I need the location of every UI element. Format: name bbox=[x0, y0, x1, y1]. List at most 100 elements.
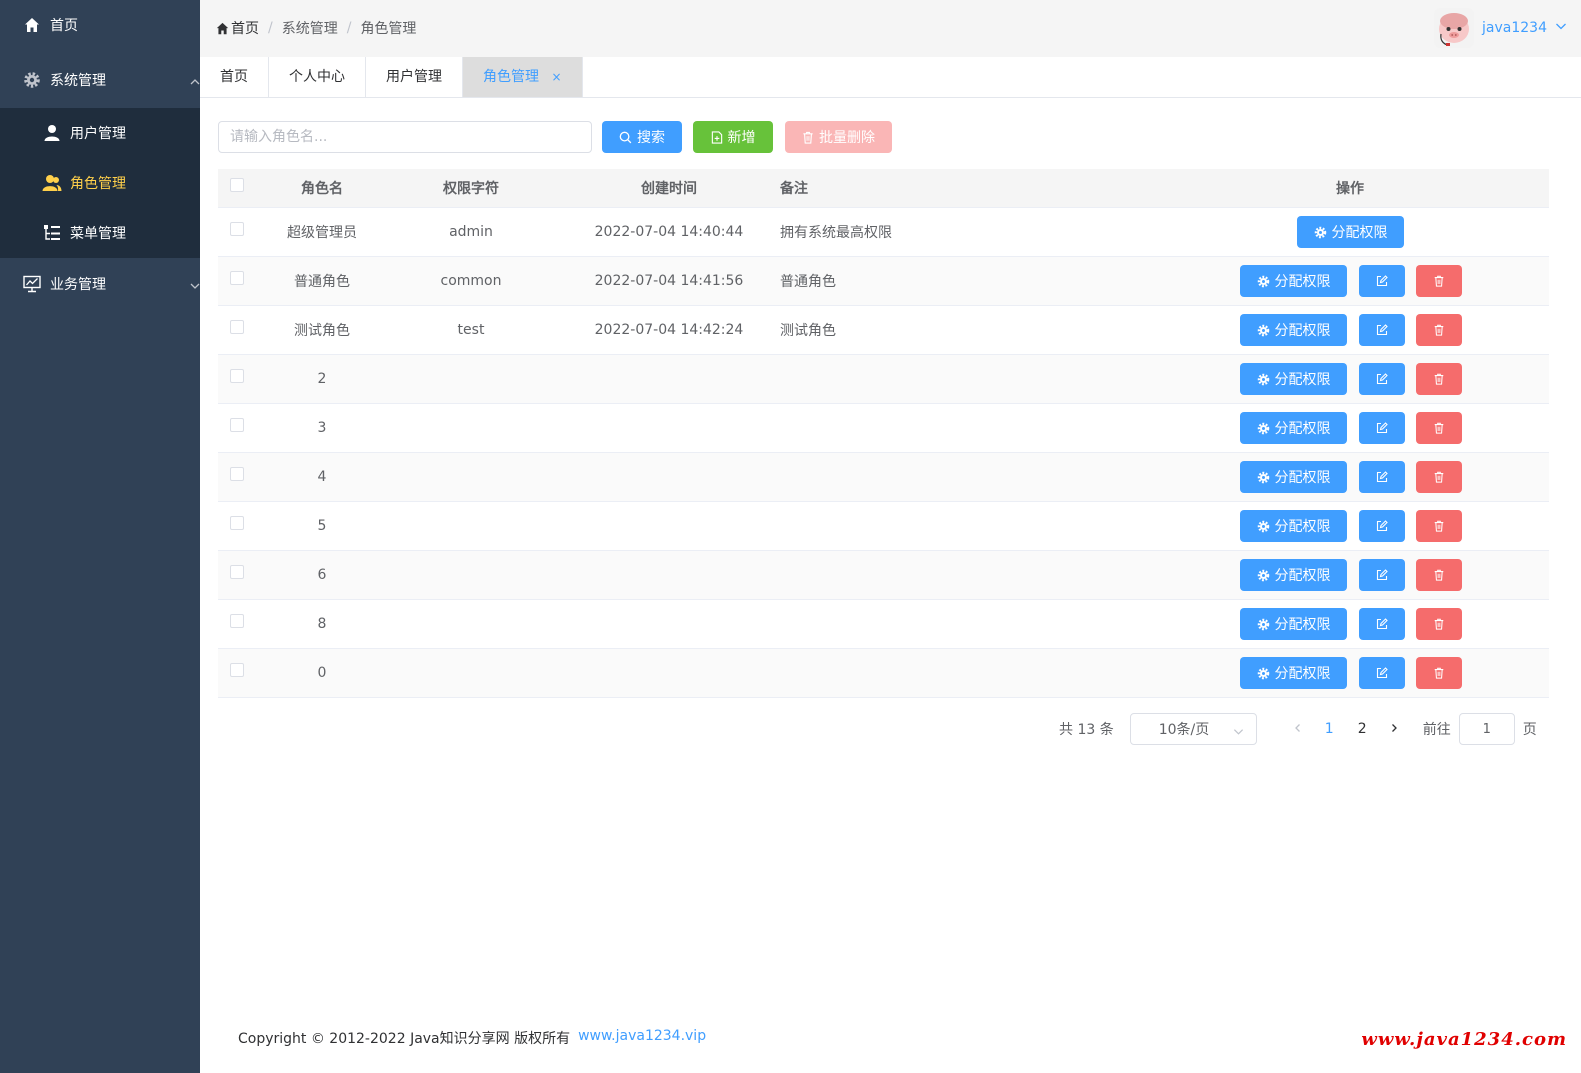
assign-permission-button[interactable]: 分配权限 bbox=[1240, 314, 1347, 346]
select-all-checkbox[interactable] bbox=[230, 178, 244, 192]
trash-icon bbox=[1434, 618, 1444, 630]
row-checkbox[interactable] bbox=[230, 516, 244, 530]
row-checkbox[interactable] bbox=[230, 663, 244, 677]
delete-button[interactable] bbox=[1416, 657, 1462, 689]
table-row: 超级管理员 admin 2022-07-04 14:40:44 拥有系统最高权限 分配权… bbox=[218, 208, 1549, 257]
edit-button[interactable] bbox=[1359, 461, 1405, 493]
prev-page-button[interactable] bbox=[1283, 721, 1313, 737]
table-header: 角色名 权限字符 创建时间 备注 操作 bbox=[218, 169, 1549, 208]
sidebar-item-menus[interactable]: 菜单管理 bbox=[0, 208, 200, 258]
edit-button[interactable] bbox=[1359, 314, 1405, 346]
delete-button[interactable] bbox=[1416, 461, 1462, 493]
column-header-key: 权限字符 bbox=[443, 181, 499, 197]
tab-users[interactable]: 用户管理 bbox=[366, 57, 463, 97]
delete-button[interactable] bbox=[1416, 559, 1462, 591]
delete-button[interactable] bbox=[1416, 510, 1462, 542]
app: 首页 系统管理 用户管理 角色管理 菜单管理 业务管理 首页 / 系统管理 / … bbox=[0, 0, 1581, 1073]
cell-create-time bbox=[589, 502, 749, 550]
avatar bbox=[1434, 8, 1475, 48]
role-table: 角色名 权限字符 创建时间 备注 操作 超级管理员 admin 2022-07-04… bbox=[218, 169, 1549, 698]
page-number[interactable]: 1 bbox=[1313, 721, 1346, 737]
edit-icon bbox=[1376, 422, 1388, 434]
trash-icon bbox=[1434, 471, 1444, 483]
trash-icon bbox=[1434, 667, 1444, 679]
sidebar-item-label: 业务管理 bbox=[50, 277, 106, 293]
edit-button[interactable] bbox=[1359, 363, 1405, 395]
cell-create-time bbox=[589, 649, 749, 697]
table-row: 6 分配权限 bbox=[218, 551, 1549, 600]
cell-create-time: 2022-07-04 14:40:44 bbox=[594, 224, 744, 240]
edit-button[interactable] bbox=[1359, 657, 1405, 689]
sidebar-item-label: 系统管理 bbox=[50, 73, 106, 89]
user-menu[interactable]: java1234 bbox=[1434, 8, 1567, 48]
tab-home[interactable]: 首页 bbox=[200, 57, 269, 97]
assign-permission-button[interactable]: 分配权限 bbox=[1240, 559, 1347, 591]
row-checkbox[interactable] bbox=[230, 565, 244, 579]
assign-permission-button[interactable]: 分配权限 bbox=[1240, 510, 1347, 542]
cell-remark bbox=[780, 502, 1080, 550]
watermark: www.java1234.com bbox=[1361, 1029, 1567, 1050]
sidebar-item-system[interactable]: 系统管理 bbox=[22, 57, 200, 103]
add-document-icon bbox=[711, 130, 722, 144]
edit-button[interactable] bbox=[1359, 510, 1405, 542]
sidebar-item-home[interactable]: 首页 bbox=[22, 6, 222, 44]
row-checkbox[interactable] bbox=[230, 369, 244, 383]
goto-page-input[interactable] bbox=[1458, 713, 1515, 745]
search-button[interactable]: 搜索 bbox=[602, 121, 682, 153]
sidebar-item-users[interactable]: 用户管理 bbox=[0, 108, 200, 158]
next-page-button[interactable] bbox=[1379, 721, 1409, 737]
row-checkbox[interactable] bbox=[230, 271, 244, 285]
assign-permission-button[interactable]: 分配权限 bbox=[1240, 608, 1347, 640]
tab-roles[interactable]: 角色管理 × bbox=[463, 57, 583, 97]
assign-permission-button[interactable]: 分配权限 bbox=[1240, 412, 1347, 444]
cell-remark: 测试角色 bbox=[780, 323, 836, 339]
edit-button[interactable] bbox=[1359, 265, 1405, 297]
row-checkbox[interactable] bbox=[230, 320, 244, 334]
sidebar-item-business[interactable]: 业务管理 bbox=[22, 261, 200, 307]
search-input[interactable] bbox=[218, 121, 592, 153]
sidebar-item-label: 菜单管理 bbox=[70, 226, 126, 242]
close-icon[interactable]: × bbox=[551, 70, 561, 84]
tab-profile[interactable]: 个人中心 bbox=[269, 57, 366, 97]
sidebar-item-roles[interactable]: 角色管理 bbox=[0, 158, 200, 208]
batch-delete-button[interactable]: 批量删除 bbox=[785, 121, 892, 153]
delete-button[interactable] bbox=[1416, 363, 1462, 395]
row-checkbox[interactable] bbox=[230, 614, 244, 628]
assign-permission-button[interactable]: 分配权限 bbox=[1240, 265, 1347, 297]
delete-button[interactable] bbox=[1416, 265, 1462, 297]
row-checkbox[interactable] bbox=[230, 222, 244, 236]
delete-button[interactable] bbox=[1416, 608, 1462, 640]
sidebar-item-label: 角色管理 bbox=[70, 176, 126, 192]
tab-bar: 首页 个人中心 用户管理 角色管理 × bbox=[200, 57, 1581, 98]
assign-permission-button[interactable]: 分配权限 bbox=[1240, 657, 1347, 689]
page-size-select[interactable]: 10条/页 bbox=[1129, 713, 1257, 745]
assign-permission-button[interactable]: 分配权限 bbox=[1240, 461, 1347, 493]
edit-icon bbox=[1376, 324, 1388, 336]
column-header-remark: 备注 bbox=[780, 181, 808, 197]
edit-button[interactable] bbox=[1359, 559, 1405, 591]
assign-permission-button[interactable]: 分配权限 bbox=[1240, 363, 1347, 395]
gear-icon bbox=[1257, 324, 1269, 336]
cell-role-name: 5 bbox=[317, 518, 327, 534]
cell-role-name: 3 bbox=[317, 420, 327, 436]
cell-role-name: 2 bbox=[317, 371, 327, 387]
delete-button[interactable] bbox=[1416, 314, 1462, 346]
footer: Copyright © 2012-2022 Java知识分享网 版权所有 www… bbox=[238, 1028, 706, 1048]
cell-role-key bbox=[411, 600, 531, 648]
footer-link[interactable]: www.java1234.vip bbox=[578, 1028, 706, 1048]
goto-label: 前往 bbox=[1422, 722, 1451, 738]
breadcrumb-item: 角色管理 bbox=[360, 21, 417, 37]
page-number[interactable]: 2 bbox=[1346, 721, 1379, 737]
breadcrumb-home[interactable]: 首页 bbox=[216, 18, 259, 38]
edit-button[interactable] bbox=[1359, 412, 1405, 444]
add-button[interactable]: 新增 bbox=[693, 121, 773, 153]
row-checkbox[interactable] bbox=[230, 467, 244, 481]
row-checkbox[interactable] bbox=[230, 418, 244, 432]
assign-permission-button[interactable]: 分配权限 bbox=[1297, 216, 1404, 248]
trash-icon bbox=[1434, 422, 1444, 434]
edit-button[interactable] bbox=[1359, 608, 1405, 640]
gear-icon bbox=[1257, 471, 1269, 483]
cell-role-name: 8 bbox=[317, 616, 327, 632]
delete-button[interactable] bbox=[1416, 412, 1462, 444]
cell-remark bbox=[780, 649, 1080, 697]
